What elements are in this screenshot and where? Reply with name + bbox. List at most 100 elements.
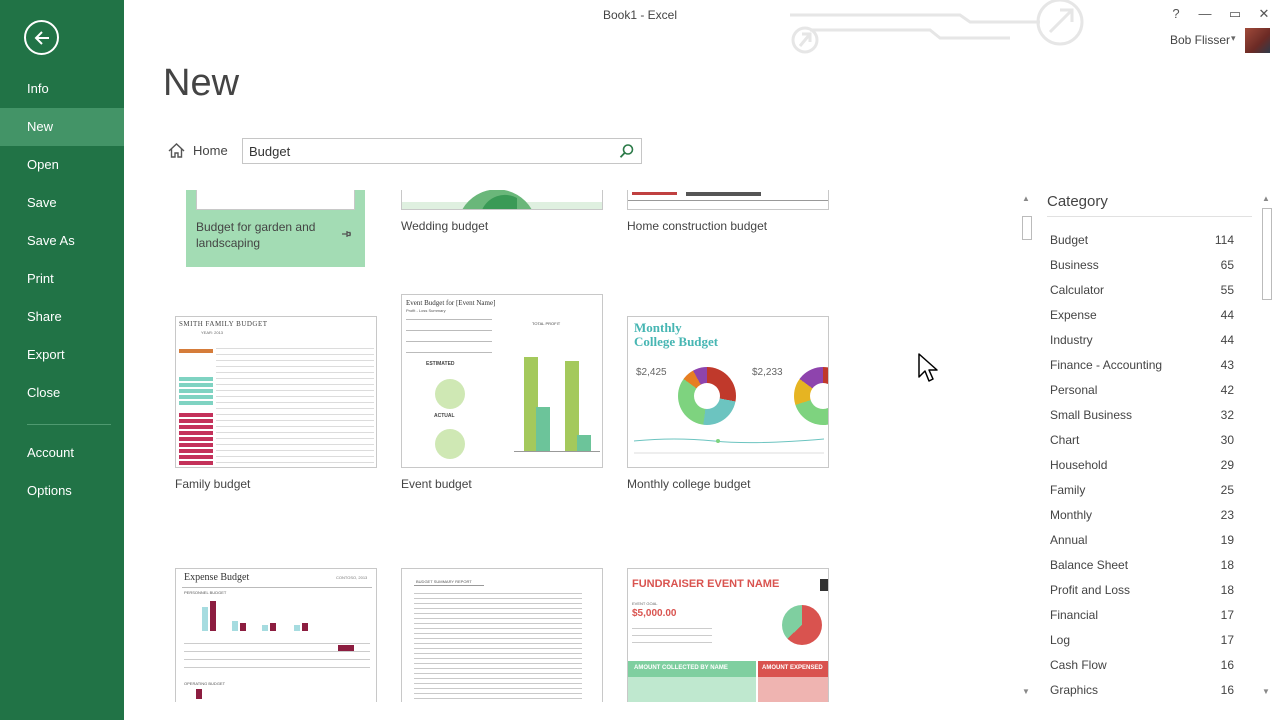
category-name: Chart: [1050, 433, 1080, 447]
user-name[interactable]: Bob Flisser: [1170, 33, 1230, 47]
nav-close[interactable]: Close: [0, 374, 124, 412]
template-label: Wedding budget: [401, 219, 489, 233]
category-item[interactable]: Cash Flow 16: [1050, 658, 1234, 676]
nav-save[interactable]: Save: [0, 184, 124, 222]
thumb-section1: PERSONNEL BUDGET: [184, 590, 227, 595]
category-name: Monthly: [1050, 508, 1093, 522]
scrollbar-thumb[interactable]: [1022, 216, 1032, 240]
category-item[interactable]: Household 29: [1050, 458, 1234, 476]
mouse-cursor-icon: [918, 353, 938, 382]
nav-options[interactable]: Options: [0, 472, 124, 510]
close-window-button[interactable]: ✕: [1254, 6, 1274, 22]
thumb-bar: [240, 623, 246, 631]
thumb-title: BUDGET SUMMARY REPORT: [416, 579, 472, 584]
help-button[interactable]: ?: [1166, 6, 1186, 21]
category-item[interactable]: Balance Sheet 18: [1050, 558, 1234, 576]
restore-button[interactable]: ▭: [1225, 6, 1245, 22]
template-search-box[interactable]: [242, 138, 642, 164]
thumb-orange-bar: [179, 349, 213, 353]
category-count: 18: [1220, 558, 1234, 572]
gallery-scrollbar[interactable]: ▲ ▼: [1020, 190, 1034, 702]
nav-new[interactable]: New: [0, 108, 124, 146]
category-name: Personal: [1050, 383, 1098, 397]
back-button[interactable]: [24, 20, 59, 55]
wedding-thumb-graphic: [402, 190, 602, 209]
category-scrollbar[interactable]: ▲ ▼: [1260, 190, 1274, 702]
thumb-bar: [210, 601, 216, 631]
category-item[interactable]: Budget 114: [1050, 233, 1234, 251]
category-count: 16: [1220, 683, 1234, 697]
thumb-donut-hole: [694, 383, 720, 409]
nav-account[interactable]: Account: [0, 434, 124, 472]
category-item[interactable]: Annual 19: [1050, 533, 1234, 551]
avatar[interactable]: [1245, 28, 1270, 53]
user-menu-caret-icon[interactable]: ▾: [1231, 33, 1236, 44]
nav-info[interactable]: Info: [0, 70, 124, 108]
category-item[interactable]: Financial 17: [1050, 608, 1234, 626]
template-thumbnail: Expense Budget CONTOSO, 2013 PERSONNEL B…: [175, 568, 377, 702]
category-item[interactable]: Profit and Loss 18: [1050, 583, 1234, 601]
thumb-donut-chart: [794, 367, 828, 425]
template-label: Budget for garden and landscaping: [196, 220, 316, 250]
thumb-axis: [514, 451, 600, 452]
template-label: Monthly college budget: [627, 477, 751, 491]
category-name: Small Business: [1050, 408, 1133, 422]
home-link[interactable]: Home: [168, 143, 228, 158]
template-thumbnail: BUDGET SUMMARY REPORT: [401, 568, 603, 702]
scroll-up-arrow-icon[interactable]: ▲: [1262, 194, 1270, 203]
garden-thumb: [196, 190, 355, 210]
thumb-text-bar: [686, 192, 761, 196]
category-item[interactable]: Small Business 32: [1050, 408, 1234, 426]
nav-print[interactable]: Print: [0, 260, 124, 298]
back-arrow-icon: [34, 31, 49, 45]
category-name: Budget: [1050, 233, 1089, 247]
thumb-actual-label: ACTUAL: [434, 413, 455, 419]
scroll-down-arrow-icon[interactable]: ▼: [1262, 687, 1270, 696]
thumb-heading-bar: [632, 192, 677, 195]
category-item[interactable]: Industry 44: [1050, 333, 1234, 351]
category-item[interactable]: Graphics 16: [1050, 683, 1234, 701]
nav-export[interactable]: Export: [0, 336, 124, 374]
category-item[interactable]: Personal 42: [1050, 383, 1234, 401]
category-item[interactable]: Family 25: [1050, 483, 1234, 501]
thumb-rule: [628, 200, 828, 201]
thumb-band1-text: AMOUNT COLLECTED BY NAME: [634, 665, 728, 671]
thumb-red-block: [758, 677, 828, 702]
minimize-button[interactable]: —: [1195, 6, 1215, 21]
category-item[interactable]: Monthly 23: [1050, 508, 1234, 526]
nav-save-as[interactable]: Save As: [0, 222, 124, 260]
thumb-title: Expense Budget: [184, 572, 250, 583]
thumb-bar: [232, 621, 238, 631]
nav-share[interactable]: Share: [0, 298, 124, 336]
category-count: 42: [1220, 383, 1234, 397]
template-thumbnail: Monthly College Budget $2,425 $2,233: [627, 316, 829, 468]
category-item[interactable]: Finance - Accounting 43: [1050, 358, 1234, 376]
category-item[interactable]: Calculator 55: [1050, 283, 1234, 301]
category-name: Expense: [1050, 308, 1097, 322]
category-count: 18: [1220, 583, 1234, 597]
thumb-donut-hole: [810, 383, 828, 409]
template-label: Home construction budget: [627, 219, 768, 233]
category-count: 16: [1220, 658, 1234, 672]
category-count: 25: [1220, 483, 1234, 497]
category-count: 17: [1220, 608, 1234, 622]
category-count: 55: [1220, 283, 1234, 297]
search-icon[interactable]: [619, 143, 635, 159]
pin-icon[interactable]: [340, 228, 352, 240]
category-count: 19: [1220, 533, 1234, 547]
category-item[interactable]: Log 17: [1050, 633, 1234, 651]
category-item[interactable]: Chart 30: [1050, 433, 1234, 451]
category-item[interactable]: Expense 44: [1050, 308, 1234, 326]
scroll-up-arrow-icon[interactable]: ▲: [1022, 194, 1030, 203]
category-divider: [1047, 216, 1252, 217]
nav-open[interactable]: Open: [0, 146, 124, 184]
category-name: Graphics: [1050, 683, 1099, 697]
scroll-down-arrow-icon[interactable]: ▼: [1022, 687, 1030, 696]
home-label: Home: [193, 143, 228, 158]
category-item[interactable]: Business 65: [1050, 258, 1234, 276]
scrollbar-thumb[interactable]: [1262, 208, 1272, 300]
thumb-title: FUNDRAISER EVENT NAME: [632, 578, 780, 590]
template-search-input[interactable]: [249, 142, 609, 160]
thumb-bar: [577, 435, 591, 451]
template-tile-garden[interactable]: Budget for garden and landscaping: [186, 190, 388, 268]
